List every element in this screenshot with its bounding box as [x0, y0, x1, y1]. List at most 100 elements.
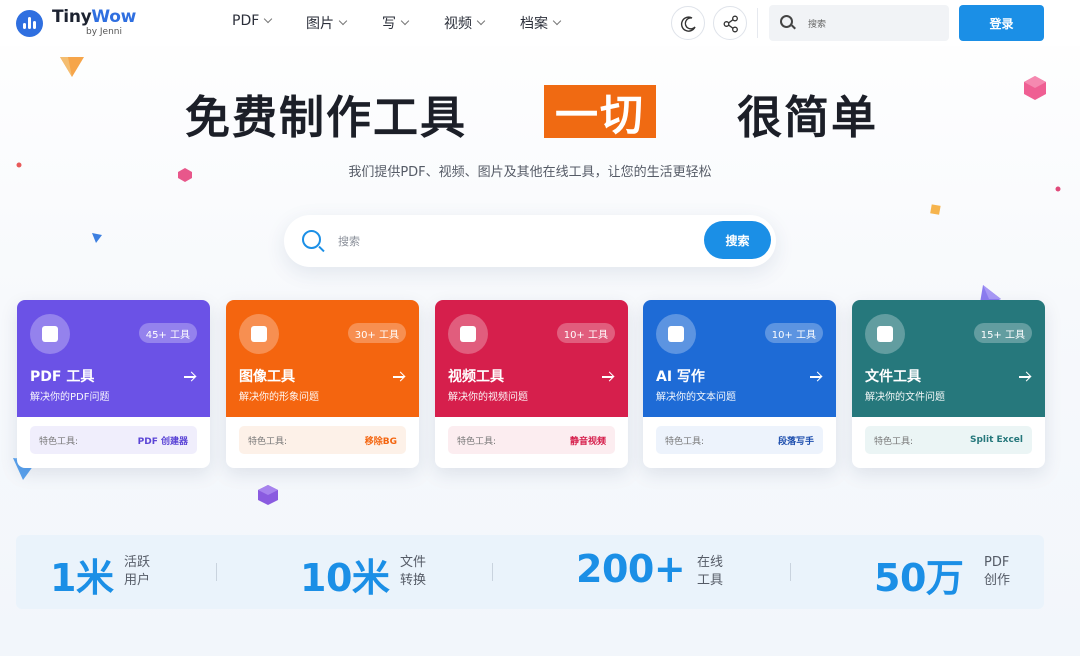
featured-value: 移除BG [364, 436, 397, 447]
nav-label: 写 [382, 16, 396, 32]
hero-title-left: 免费制作工具 [185, 91, 468, 144]
logo-name: TinyWow [52, 7, 137, 27]
tool-card-ai-writing[interactable]: 10+ 工具 AI 写作 解决你的文本问题 特色工具: 段落写手 [643, 300, 836, 468]
blue-triangle-shape [92, 233, 102, 243]
stat-value: 50万 [874, 556, 964, 600]
featured-value: 静音视频 [569, 436, 606, 447]
card-description: 解决你的文件问题 [865, 392, 945, 403]
stat-value: 200+ [576, 547, 686, 591]
stat-label: 文件 转换 [400, 555, 427, 588]
card-header: 10+ 工具 AI 写作 解决你的文本问题 [643, 300, 836, 417]
featured-tool[interactable]: 特色工具: PDF 创建器 [30, 426, 197, 454]
arrow-right-icon [810, 376, 821, 378]
nav-label: 图片 [306, 16, 334, 32]
main-search-placeholder: 搜索 [338, 235, 360, 248]
pink-cube-shape [1024, 76, 1046, 100]
document-icon [30, 314, 70, 354]
top-navbar: TinyWow by Jenni PDF 图片 写 视频 档案 搜索 登录 [0, 0, 1080, 46]
featured-tool[interactable]: 特色工具: 静音视频 [448, 426, 615, 454]
card-title: PDF 工具 [30, 369, 95, 385]
arrow-right-icon [1019, 376, 1030, 378]
arrow-right-icon [184, 376, 195, 378]
featured-value: Split Excel [969, 435, 1023, 445]
tool-count-badge: 10+ 工具 [764, 323, 823, 343]
stat-divider [790, 563, 791, 581]
card-title: AI 写作 [656, 369, 705, 385]
card-title: 视频工具 [448, 369, 504, 385]
nav-pdf[interactable]: PDF [232, 13, 273, 29]
nav-video[interactable]: 视频 [444, 13, 486, 33]
login-button[interactable]: 登录 [959, 5, 1044, 41]
purple-cube-shape [258, 485, 278, 505]
search-icon [302, 230, 321, 249]
tool-card-video[interactable]: 10+ 工具 视频工具 解决你的视频问题 特色工具: 静音视频 [435, 300, 628, 468]
dark-mode-button[interactable] [671, 6, 705, 40]
header-search-input[interactable] [769, 5, 949, 41]
stat-divider [492, 563, 493, 581]
share-icon [723, 15, 738, 33]
nav-files[interactable]: 档案 [520, 13, 562, 33]
hero-subtitle: 我们提供PDF、视频、图片及其他在线工具，让您的生活更轻松 [348, 165, 712, 180]
chevron-down-icon [338, 16, 348, 26]
card-description: 解决你的形象问题 [239, 392, 319, 403]
card-description: 解决你的视频问题 [448, 392, 528, 403]
hero-title-right: 很简单 [737, 91, 879, 144]
nav-label: 档案 [520, 16, 548, 32]
featured-tool[interactable]: 特色工具: 移除BG [239, 426, 406, 454]
card-title: 图像工具 [239, 369, 295, 385]
logo-mark-icon [16, 9, 43, 37]
chevron-down-icon [264, 14, 273, 24]
card-header: 45+ 工具 PDF 工具 解决你的PDF问题 [17, 300, 210, 417]
featured-label: 特色工具: [874, 436, 914, 447]
logo[interactable]: TinyWow by Jenni [16, 9, 136, 37]
tool-card-image[interactable]: 30+ 工具 图像工具 解决你的形象问题 特色工具: 移除BG [226, 300, 419, 468]
featured-label: 特色工具: [665, 436, 705, 447]
featured-value: PDF 创建器 [137, 436, 188, 447]
video-icon [448, 314, 488, 354]
share-button[interactable] [713, 6, 747, 40]
chat-icon [656, 314, 696, 354]
nav-write[interactable]: 写 [382, 13, 410, 33]
nav-label: 视频 [444, 16, 472, 32]
stat-divider [216, 563, 217, 581]
header-divider [757, 8, 758, 38]
chevron-down-icon [400, 16, 410, 26]
featured-label: 特色工具: [457, 436, 497, 447]
chevron-down-icon [552, 16, 562, 26]
pink-dot-shape [1055, 186, 1061, 192]
page: TinyWow by Jenni PDF 图片 写 视频 档案 搜索 登录 免费… [0, 0, 1080, 656]
tool-count-badge: 15+ 工具 [973, 323, 1032, 343]
orange-triangle-shape [60, 57, 84, 77]
logo-byline: by Jenni [86, 27, 122, 37]
card-description: 解决你的文本问题 [656, 392, 736, 403]
card-title: 文件工具 [865, 369, 921, 385]
search-button[interactable]: 搜索 [704, 221, 771, 259]
tool-count-badge: 30+ 工具 [347, 323, 406, 343]
featured-label: 特色工具: [248, 436, 288, 447]
header-search-placeholder: 搜索 [808, 20, 827, 30]
featured-tool[interactable]: 特色工具: 段落写手 [656, 426, 823, 454]
hero-title-highlight: 一切 [544, 85, 656, 141]
arrow-right-icon [393, 376, 404, 378]
featured-tool[interactable]: 特色工具: Split Excel [865, 426, 1032, 454]
nav-label: PDF [232, 13, 260, 29]
orange-square-shape [930, 204, 941, 215]
logo-text: TinyWow by Jenni [52, 9, 136, 37]
card-header: 30+ 工具 图像工具 解决你的形象问题 [226, 300, 419, 417]
tool-card-files[interactable]: 15+ 工具 文件工具 解决你的文件问题 特色工具: Split Excel [852, 300, 1045, 468]
tool-card-pdf[interactable]: 45+ 工具 PDF 工具 解决你的PDF问题 特色工具: PDF 创建器 [17, 300, 210, 468]
card-header: 10+ 工具 视频工具 解决你的视频问题 [435, 300, 628, 417]
moon-icon [680, 16, 696, 32]
nav-images[interactable]: 图片 [306, 13, 348, 33]
stat-value: 1米 [50, 556, 114, 600]
search-icon [780, 15, 793, 28]
image-icon [239, 314, 279, 354]
chevron-down-icon [476, 16, 486, 26]
tool-count-badge: 45+ 工具 [138, 323, 197, 343]
stat-label: 活跃 用户 [124, 555, 151, 588]
featured-value: 段落写手 [777, 436, 814, 447]
arrow-right-icon [602, 376, 613, 378]
tool-count-badge: 10+ 工具 [556, 323, 615, 343]
files-icon [865, 314, 905, 354]
stat-value: 10米 [300, 556, 390, 600]
